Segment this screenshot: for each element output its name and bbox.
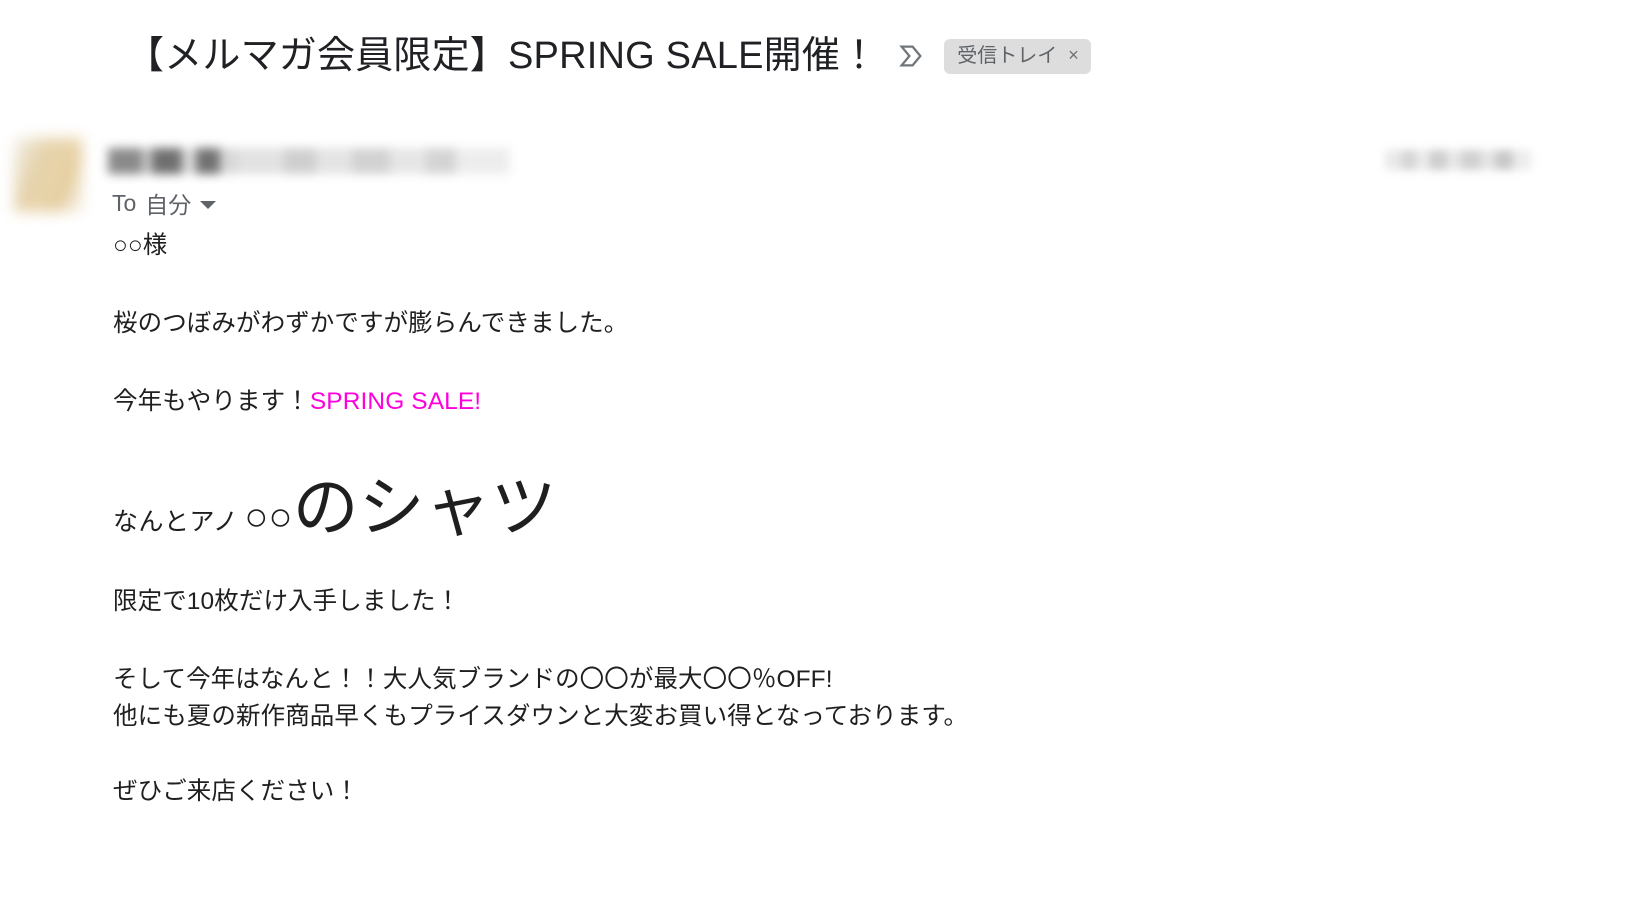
important-chevron-icon[interactable]	[894, 39, 928, 73]
headline-small-text: なんとアノ	[113, 508, 239, 537]
label-chip-text: 受信トレイ	[957, 44, 1058, 67]
page-title: 【メルマガ会員限定】SPRING SALE開催！	[126, 35, 879, 77]
body-headline: なんとアノ ○○ のシャツ	[113, 474, 1513, 540]
body-paragraph-2: 限定で10枚だけ入手しました！	[113, 588, 461, 616]
headline-mid-text: ○○	[244, 495, 293, 540]
announce-accent: SPRING SALE!	[309, 387, 482, 415]
body-salutation: ○○様	[113, 232, 168, 259]
headline-big-text: のシャツ	[292, 470, 557, 545]
announce-prefix: 今年もやります！	[113, 387, 310, 415]
body-paragraph-3-line-1: そして今年はなんと！！大人気ブランドの〇〇が最大〇〇％OFF!	[113, 666, 833, 693]
email-message-view: 【メルマガ会員限定】SPRING SALE開催！ 受信トレイ × To 自分 ○…	[0, 0, 1640, 908]
label-chip-inbox[interactable]: 受信トレイ ×	[944, 38, 1091, 74]
recipient-prefix: To	[112, 189, 137, 216]
sender-name-redacted[interactable]	[108, 148, 510, 174]
close-icon[interactable]: ×	[1068, 46, 1079, 65]
recipient-value: 自分	[145, 192, 192, 218]
message-body: ○○様 桜のつぼみがわずかですが膨らんできました。 今年もやります！SPRING…	[113, 228, 1513, 851]
body-paragraph-4: ぜひご来店ください！	[113, 777, 359, 805]
body-paragraph-3-line-2: 他にも夏の新作商品早くもプライスダウンと大変お買い得となっております。	[113, 702, 969, 730]
avatar[interactable]	[14, 138, 82, 212]
body-paragraph-1: 桜のつぼみがわずかですが膨らんできました。	[113, 309, 629, 337]
recipient-row[interactable]: To 自分	[112, 186, 217, 220]
timestamp-redacted	[1385, 150, 1531, 170]
chevron-down-icon[interactable]	[200, 201, 217, 209]
subject-header: 【メルマガ会員限定】SPRING SALE開催！ 受信トレイ ×	[126, 34, 1091, 79]
body-announce-line: 今年もやります！SPRING SALE!	[113, 384, 1513, 421]
